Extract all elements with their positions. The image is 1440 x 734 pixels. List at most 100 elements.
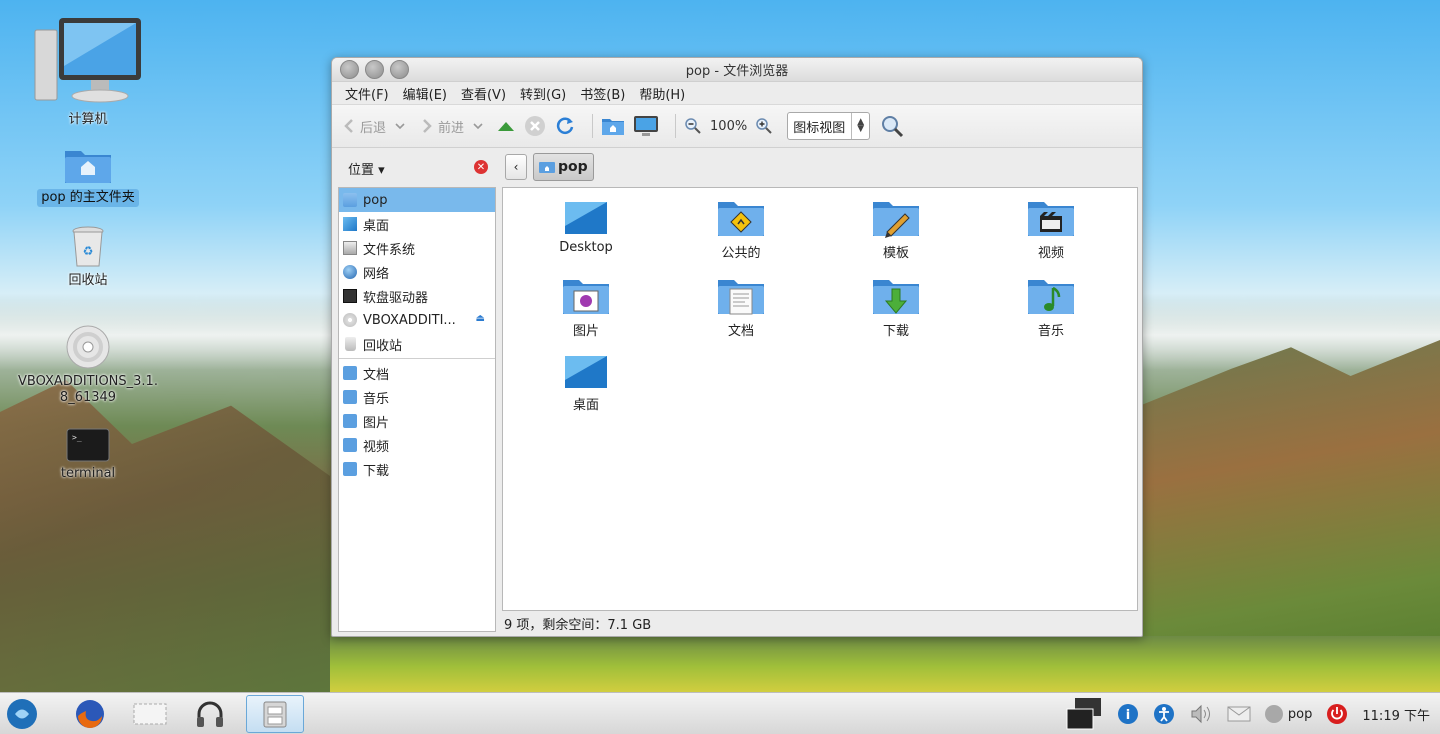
launcher-mail[interactable] — [120, 695, 180, 733]
forward-button[interactable]: 前进 — [420, 117, 464, 136]
tray-user[interactable]: pop — [1264, 695, 1312, 733]
view-mode-select[interactable]: 图标视图 ▲ ▼ — [787, 112, 871, 140]
file-browser-window: pop - 文件浏览器 文件(F) 编辑(E) 查看(V) 转到(G) 书签(B… — [331, 57, 1143, 637]
eject-icon[interactable]: ⏏ — [476, 313, 485, 324]
file-view: Desktop 公共的 模板 视频 图片 文档 下载 音乐 桌面 — [502, 187, 1138, 611]
sidebar-item-label: 桌面 — [363, 218, 390, 234]
zoom-out-button[interactable] — [684, 117, 702, 135]
stop-button[interactable] — [524, 115, 546, 137]
tray-accessibility[interactable] — [1153, 695, 1175, 733]
close-sidebar-button[interactable]: ✕ — [474, 160, 488, 174]
file-item-public[interactable]: 公共的 — [676, 198, 806, 261]
sidebar-item-label: 回收站 — [363, 338, 403, 354]
file-item-label: 视频 — [1037, 246, 1064, 261]
sidebar-item-label: 网络 — [363, 266, 390, 282]
floppy-icon — [343, 289, 357, 303]
places-dropdown[interactable]: 位置 ▾ — [348, 159, 385, 178]
sidebar-item-pop[interactable]: pop — [339, 188, 495, 212]
breadcrumb-label: pop — [558, 159, 588, 175]
tray-volume[interactable] — [1189, 695, 1213, 733]
sidebar-item-videos[interactable]: 视频 — [339, 433, 495, 457]
menu-bookmarks[interactable]: 书签(B) — [573, 84, 632, 103]
desktop-icon-computer[interactable]: 计算机 — [18, 16, 158, 128]
sidebar-item-label: pop — [363, 192, 388, 208]
search-icon — [882, 116, 904, 138]
trash-icon: ♻ — [72, 226, 104, 267]
envelope-icon — [1227, 706, 1251, 722]
desktop-icon-home[interactable]: pop 的主文件夹 — [18, 145, 158, 207]
file-item-desktop-cn[interactable]: 桌面 — [521, 354, 651, 413]
music-folder-icon — [1028, 280, 1074, 314]
file-item-pictures[interactable]: 图片 — [521, 276, 651, 339]
reload-button[interactable] — [554, 115, 576, 137]
zoom-in-button[interactable] — [755, 117, 773, 135]
clock[interactable]: 11:19 下午 — [1362, 695, 1430, 733]
downloads-folder-icon — [343, 462, 357, 476]
svg-text:i: i — [1126, 708, 1130, 723]
back-history-dropdown[interactable] — [394, 121, 406, 131]
sidebar-item-floppy[interactable]: 软盘驱动器 — [339, 284, 495, 308]
menu-view[interactable]: 查看(V) — [454, 84, 513, 103]
tray-mail[interactable] — [1227, 695, 1251, 733]
view-mode-value: 图标视图 — [793, 120, 846, 136]
path-bar: ‹ pop — [505, 153, 594, 181]
sidebar-item-pictures[interactable]: 图片 — [339, 409, 495, 433]
firefox-icon — [76, 699, 104, 728]
task-file-browser[interactable] — [246, 694, 304, 733]
chevron-down-icon: ▾ — [374, 162, 385, 178]
breadcrumb-pop[interactable]: pop — [533, 153, 594, 181]
menu-file[interactable]: 文件(F) — [338, 84, 396, 103]
drive-icon — [343, 241, 357, 255]
desktop-icon-label: 回收站 — [68, 273, 108, 288]
sidebar-item-label: 视频 — [363, 439, 390, 455]
file-item-label: 下载 — [882, 324, 909, 339]
title-bar[interactable]: pop - 文件浏览器 — [332, 58, 1142, 82]
sidebar-item-filesystem[interactable]: 文件系统 — [339, 236, 495, 260]
back-button[interactable]: 后退 — [342, 117, 386, 136]
path-scroll-left-button[interactable]: ‹ — [505, 154, 527, 180]
file-item-music[interactable]: 音乐 — [986, 276, 1116, 339]
videos-folder-icon — [343, 438, 357, 452]
menu-go[interactable]: 转到(G) — [513, 84, 573, 103]
zoom-in-icon — [756, 118, 772, 134]
tray-info[interactable]: i — [1117, 695, 1139, 733]
home-button[interactable] — [601, 116, 625, 136]
trash-icon — [345, 337, 356, 351]
desktop-icon-vbox-cd[interactable]: VBOXADDITIONS_3.1.8_61349 — [18, 324, 158, 406]
svg-text:♻: ♻ — [83, 244, 94, 258]
sidebar-item-downloads[interactable]: 下载 — [339, 457, 495, 481]
desktop-icon-terminal[interactable]: >_ terminal — [18, 428, 158, 482]
launcher-audio[interactable] — [180, 695, 240, 733]
menu-help[interactable]: 帮助(H) — [632, 84, 692, 103]
zoom-level: 100% — [710, 118, 748, 134]
file-item-documents[interactable]: 文档 — [676, 276, 806, 339]
computer-button[interactable] — [633, 115, 659, 137]
launcher-firefox[interactable] — [60, 695, 120, 733]
toolbar-separator — [592, 114, 594, 138]
sidebar-item-vboxadditions[interactable]: VBOXADDITI... ⏏ — [339, 308, 495, 332]
sidebar-item-network[interactable]: 网络 — [339, 260, 495, 284]
desktop-icon — [565, 356, 607, 388]
file-item-videos[interactable]: 视频 — [986, 198, 1116, 261]
file-item-templates[interactable]: 模板 — [831, 198, 961, 261]
file-item-desktop[interactable]: Desktop — [521, 200, 651, 255]
sidebar-item-label: 软盘驱动器 — [363, 290, 429, 306]
file-item-downloads[interactable]: 下载 — [831, 276, 961, 339]
app-menu-button[interactable] — [2, 695, 42, 733]
workspace-switcher[interactable] — [1065, 695, 1103, 733]
search-button[interactable] — [880, 114, 904, 138]
svg-text:>_: >_ — [72, 433, 82, 442]
shutdown-button[interactable] — [1326, 695, 1348, 733]
chevron-down-icon — [395, 123, 405, 130]
sidebar-item-documents[interactable]: 文档 — [339, 361, 495, 385]
desktop-icon-label: 计算机 — [68, 112, 108, 127]
mail-icon — [133, 703, 167, 724]
sidebar-item-music[interactable]: 音乐 — [339, 385, 495, 409]
zoom-out-icon — [685, 118, 701, 134]
menu-edit[interactable]: 编辑(E) — [396, 84, 454, 103]
sidebar-item-trash[interactable]: 回收站 — [339, 332, 495, 356]
up-button[interactable] — [496, 118, 516, 134]
forward-history-dropdown[interactable] — [472, 121, 484, 131]
desktop-icon-trash[interactable]: ♻ 回收站 — [18, 225, 158, 289]
sidebar-item-desktop[interactable]: 桌面 — [339, 212, 495, 236]
